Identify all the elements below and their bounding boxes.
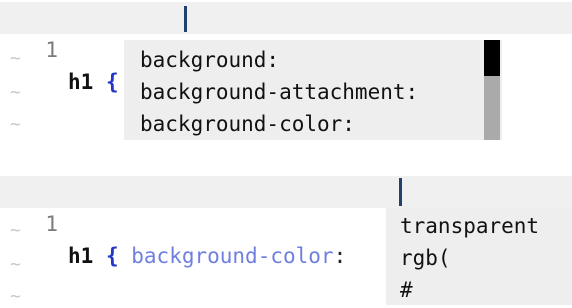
completion-item[interactable]: background-color: [140,108,355,140]
scrollbar-thumb[interactable] [484,40,500,76]
completion-item[interactable]: background-attachment: [140,76,418,108]
css-property: background-color [131,244,334,268]
completion-item[interactable]: # [400,274,413,306]
css-selector: h1 [68,244,94,268]
open-brace: { [105,70,119,94]
code-content: h1 { background-color: [68,240,346,272]
code-line[interactable]: 1 h1 { background-color: [0,176,572,268]
completion-item[interactable]: transparent [400,210,539,242]
empty-line-marker: ~ [10,286,21,307]
autocomplete-popup[interactable]: background: background-attachment: backg… [124,40,502,140]
empty-line-marker: ~ [10,82,21,103]
line-number: 1 [45,38,58,62]
line-number: 1 [45,212,58,236]
property-colon: : [333,244,347,268]
text-cursor [184,6,187,32]
empty-line-marker: ~ [10,220,21,241]
css-selector: h1 [68,70,94,94]
popup-scrollbar[interactable] [484,40,500,140]
autocomplete-popup[interactable]: transparent rgb( # [386,208,572,305]
completion-item[interactable]: background: [140,44,279,76]
completion-item[interactable]: rgb( [400,242,451,274]
editor-bottom[interactable]: 1 h1 { background-color: ~ ~ ~ transpare… [0,168,572,308]
open-brace: { [105,244,119,268]
empty-line-marker: ~ [10,48,21,69]
empty-line-marker: ~ [10,114,21,135]
empty-line-marker: ~ [10,254,21,275]
editor-top[interactable]: 1 h1 { ba ~ ~ ~ background: background-a… [0,0,572,140]
text-cursor [399,178,402,206]
code-line[interactable]: 1 h1 { ba [0,2,572,94]
